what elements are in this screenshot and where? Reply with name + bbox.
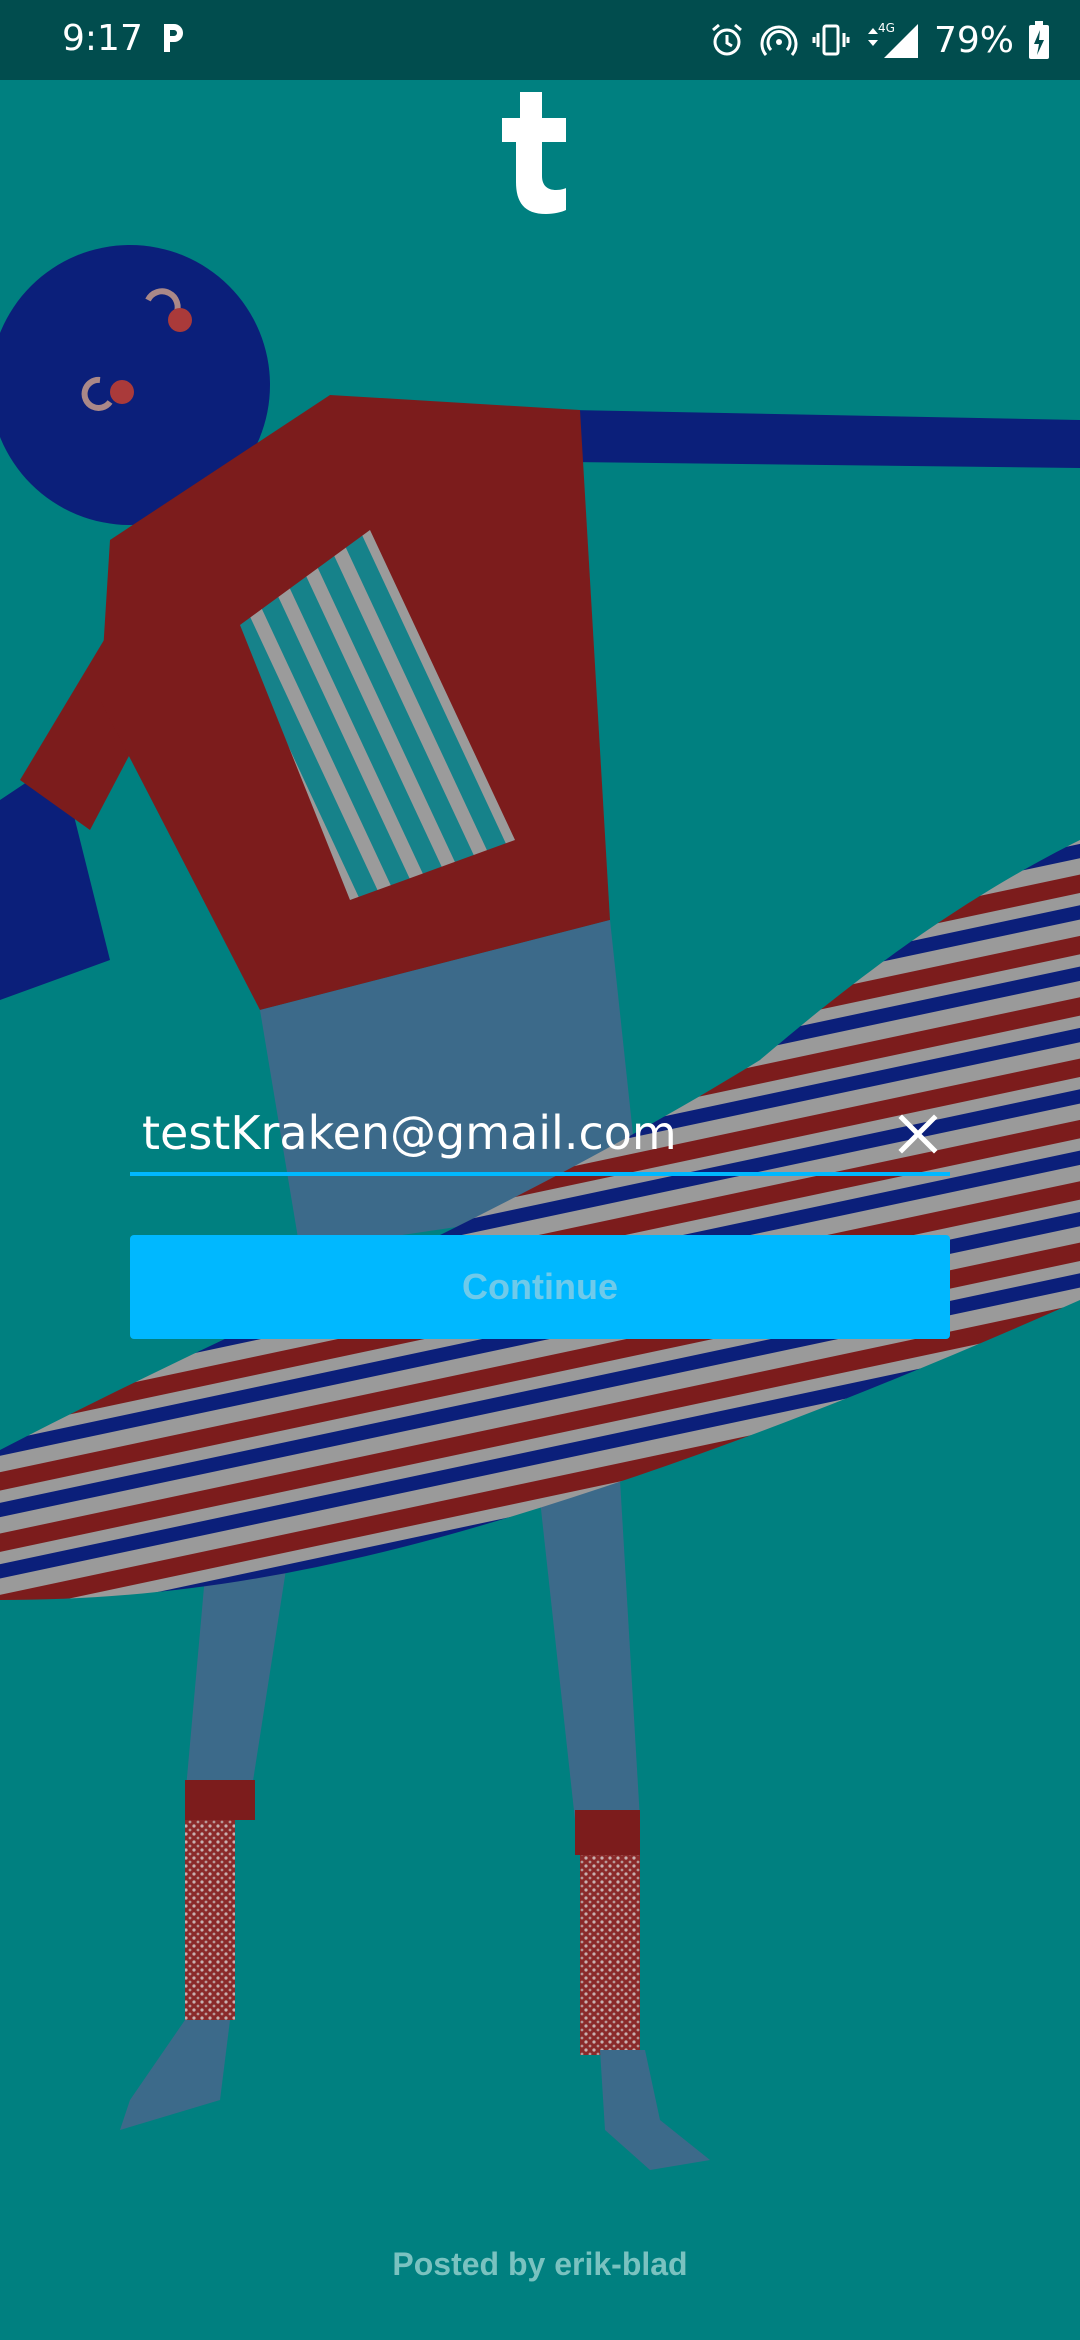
continue-button[interactable]: Continue <box>130 1235 950 1339</box>
status-icons: 4G 79% <box>708 18 1050 62</box>
alarm-icon <box>712 23 742 56</box>
parking-app-icon <box>164 24 183 52</box>
email-input-value[interactable]: testKraken@gmail.com <box>142 1106 677 1160</box>
signal-icon: 4G <box>867 21 918 58</box>
status-bar: 9:17 4G 79% <box>0 0 1080 80</box>
tumblr-logo-icon <box>502 92 566 214</box>
email-field[interactable]: testKraken@gmail.com <box>130 1100 950 1176</box>
vibrate-icon <box>812 24 850 56</box>
battery-percentage: 79% <box>933 19 1014 61</box>
hotspot-icon <box>760 25 798 56</box>
email-underline <box>130 1172 950 1176</box>
battery-charging-icon <box>1029 21 1049 59</box>
close-icon <box>898 1114 938 1154</box>
arm-shape <box>570 410 1080 468</box>
posted-by-credit[interactable]: Posted by erik-blad <box>0 2246 1080 2283</box>
background-illustration <box>0 245 1080 2170</box>
clear-email-button[interactable] <box>886 1102 950 1166</box>
status-time: 9:17 <box>62 18 143 59</box>
svg-text:4G: 4G <box>878 21 895 35</box>
